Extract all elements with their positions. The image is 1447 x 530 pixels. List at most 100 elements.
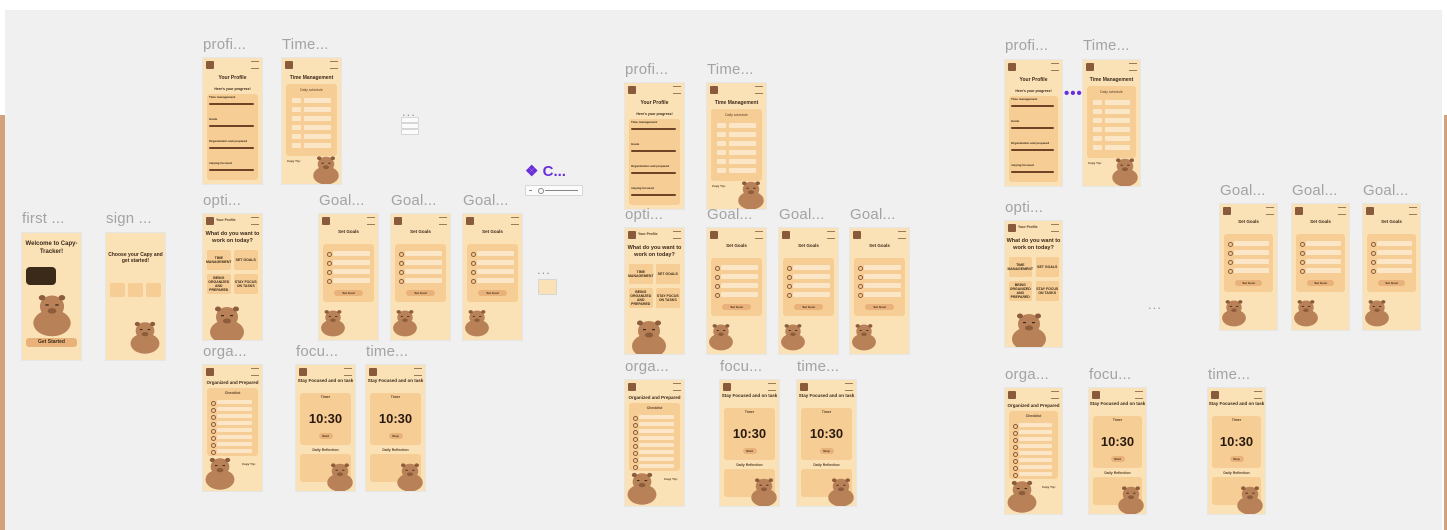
frame-label[interactable]: time... (1208, 366, 1250, 383)
schedule-row-task[interactable] (304, 107, 331, 112)
frame-focus[interactable]: Stay Focused and on task Timer 10:30 Start D… (296, 365, 355, 491)
checklist-checkbox[interactable] (1013, 445, 1018, 450)
menu-icon[interactable] (1051, 391, 1059, 399)
checklist-item[interactable] (1019, 444, 1052, 448)
menu-icon[interactable] (330, 61, 338, 69)
checklist-item[interactable] (1019, 437, 1052, 441)
schedule-row-task[interactable] (304, 143, 331, 148)
goal-checkbox[interactable] (1228, 269, 1233, 274)
goal-checkbox[interactable] (1300, 260, 1305, 265)
goal-input[interactable] (405, 278, 442, 283)
goal-input[interactable] (1377, 250, 1412, 255)
frame-organized[interactable]: Organized and Prepared Checklist Capy Tip: (203, 365, 262, 491)
goal-input[interactable] (1306, 259, 1341, 264)
goal-input[interactable] (864, 292, 901, 297)
goal-input[interactable] (721, 292, 758, 297)
schedule-row-task[interactable] (304, 98, 331, 103)
goal-checkbox[interactable] (787, 275, 792, 280)
schedule-row-task[interactable] (1105, 109, 1130, 114)
goal-input[interactable] (721, 265, 758, 270)
menu-icon[interactable] (1129, 63, 1137, 71)
menu-icon[interactable] (439, 217, 447, 225)
checklist-item[interactable] (217, 407, 252, 411)
frame-focus[interactable]: Stay Focused and on task Timer 10:30 Stop Da… (797, 380, 856, 506)
goal-checkbox[interactable] (1300, 242, 1305, 247)
option-tile[interactable]: SET GOALS (656, 264, 680, 284)
frame-options[interactable]: Your Profile What do you want to work on … (625, 228, 684, 354)
option-tile[interactable]: TIME MANAGEMENT (206, 250, 232, 270)
variant-chip[interactable] (401, 129, 419, 135)
checklist-item[interactable] (1019, 423, 1052, 427)
goal-input[interactable] (405, 251, 442, 256)
checklist-checkbox[interactable] (1013, 459, 1018, 464)
timer-toggle-button[interactable]: Stop (388, 433, 403, 439)
option-tile[interactable]: BEING ORGANIZED AND PREPARED (1009, 281, 1032, 301)
goal-checkbox[interactable] (399, 270, 404, 275)
goal-input[interactable] (864, 283, 901, 288)
schedule-row-time[interactable] (717, 150, 726, 155)
goal-checkbox[interactable] (1371, 269, 1376, 274)
goal-input[interactable] (477, 260, 514, 265)
checklist-item[interactable] (217, 442, 252, 446)
goal-input[interactable] (793, 265, 830, 270)
frame-time[interactable]: Time Management Daily schedule Capy Tip: (707, 83, 766, 209)
goal-checkbox[interactable] (471, 252, 476, 257)
option-tile[interactable]: TIME MANAGEMENT (1008, 257, 1033, 277)
set-goal-button[interactable]: Set Goal (478, 290, 507, 296)
checklist-item[interactable] (639, 457, 674, 461)
selection-ellipsis[interactable]: ••• (1064, 85, 1083, 102)
frame-label[interactable]: Goal... (1292, 182, 1338, 199)
menu-icon[interactable] (673, 231, 681, 239)
checklist-checkbox[interactable] (211, 429, 216, 434)
schedule-row-task[interactable] (304, 134, 331, 139)
goal-checkbox[interactable] (327, 261, 332, 266)
frame-options[interactable]: Your Profile What do you want to work on … (1005, 221, 1062, 347)
option-tile[interactable]: STAY FOCUS ON TASKS (234, 274, 258, 294)
frame-label[interactable]: Time... (1083, 37, 1130, 54)
timer-toggle-button[interactable]: Start (1110, 456, 1125, 462)
goal-checkbox[interactable] (471, 261, 476, 266)
frame-goals[interactable]: Set Goals Set Goal (779, 228, 838, 354)
frame-label[interactable]: Goal... (391, 192, 437, 209)
checklist-checkbox[interactable] (633, 430, 638, 435)
frame-goals[interactable]: Set Goals Set Goal (391, 214, 450, 340)
set-goal-button[interactable]: Set Goal (865, 304, 894, 310)
checklist-checkbox[interactable] (1013, 466, 1018, 471)
component-label[interactable]: ❖ C... (525, 162, 566, 180)
goal-input[interactable] (1306, 241, 1341, 246)
schedule-row-time[interactable] (1093, 118, 1102, 123)
menu-icon[interactable] (898, 231, 906, 239)
schedule-row-time[interactable] (292, 134, 301, 139)
header-profile-link[interactable]: Your Profile (216, 218, 236, 222)
goal-input[interactable] (793, 292, 830, 297)
checklist-checkbox[interactable] (633, 451, 638, 456)
checklist-item[interactable] (1019, 430, 1052, 434)
schedule-row-time[interactable] (1093, 127, 1102, 132)
timer-toggle-button[interactable]: Start (318, 433, 333, 439)
option-tile[interactable]: STAY FOCUS ON TASKS (1036, 281, 1059, 301)
schedule-row-time[interactable] (292, 116, 301, 121)
goal-input[interactable] (1377, 241, 1412, 246)
checklist-item[interactable] (639, 450, 674, 454)
menu-icon[interactable] (755, 86, 763, 94)
frame-goals[interactable]: Set Goals Set Goal (1363, 204, 1420, 330)
set-goal-button[interactable]: Set Goal (1235, 280, 1262, 286)
goal-checkbox[interactable] (858, 293, 863, 298)
frame-label[interactable]: orga... (625, 358, 669, 375)
goal-input[interactable] (1377, 259, 1412, 264)
goal-input[interactable] (793, 283, 830, 288)
frame-goals[interactable]: Set Goals Set Goal (1220, 204, 1277, 330)
checklist-checkbox[interactable] (211, 443, 216, 448)
frame-label[interactable]: first ... (22, 210, 65, 227)
schedule-row-task[interactable] (729, 123, 756, 128)
menu-icon[interactable] (1135, 391, 1143, 399)
goal-checkbox[interactable] (399, 261, 404, 266)
frame-label[interactable]: Goal... (707, 206, 753, 223)
goal-input[interactable] (405, 260, 442, 265)
schedule-row-task[interactable] (729, 150, 756, 155)
goal-input[interactable] (333, 269, 370, 274)
capy-avatar-option[interactable] (128, 283, 143, 297)
schedule-row-task[interactable] (729, 159, 756, 164)
option-tile[interactable]: BEING ORGANIZED AND PREPARED (207, 274, 231, 294)
header-profile-link[interactable]: Your Profile (638, 232, 658, 236)
